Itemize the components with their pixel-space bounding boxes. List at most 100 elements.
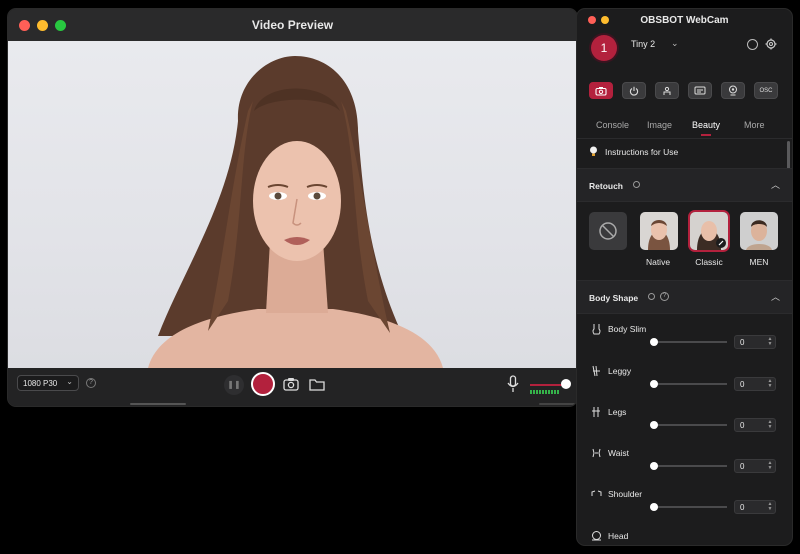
gear-icon[interactable] [765, 38, 777, 50]
panel-title: OBSBOT WebCam [640, 15, 729, 26]
retouch-title: Retouch [589, 181, 623, 191]
body-shape-section-header[interactable]: Body Shape ? ︿ [577, 280, 792, 314]
more-options-icon[interactable] [747, 39, 758, 50]
stepper-icon[interactable]: ▲ ▼ [767, 420, 773, 430]
chevron-down-icon: ⌄ [66, 377, 73, 386]
device-avatar[interactable]: 1 [591, 35, 617, 61]
record-button[interactable] [251, 372, 275, 396]
chevron-down-icon[interactable]: ⌄ [671, 38, 679, 49]
resolution-dropdown[interactable]: 1080 P30 ⌄ [17, 375, 79, 391]
native-face-thumbnail [640, 212, 678, 250]
retouch-option-classic[interactable] [690, 212, 728, 250]
retouch-section-header[interactable]: Retouch ︿ [577, 168, 792, 202]
retouch-option-none[interactable] [589, 212, 627, 250]
tab-more[interactable]: More [744, 120, 765, 130]
horizontal-scrollbar-secondary[interactable] [539, 403, 575, 405]
camera-icon [595, 86, 607, 96]
legs-icon [592, 407, 600, 417]
help-icon[interactable]: ? [86, 378, 96, 388]
shoulder-icon [591, 490, 602, 496]
microphone-icon[interactable] [506, 375, 520, 393]
retouch-label-classic: Classic [695, 257, 723, 267]
waist-value: 0 [740, 462, 745, 471]
retouch-option-native[interactable] [640, 212, 678, 250]
snapshot-camera-icon[interactable] [282, 376, 300, 392]
leggy-value-input[interactable]: 0 ▲ ▼ [734, 377, 776, 391]
legs-value-input[interactable]: 0 ▲ ▼ [734, 418, 776, 432]
shoulder-control: Shoulder 0 ▲ ▼ [577, 484, 792, 525]
leggy-control: Leggy 0 ▲ ▼ [577, 361, 792, 402]
power-icon [629, 86, 639, 96]
tracking-icon [663, 86, 671, 95]
body-slim-value-input[interactable]: 0 ▲ ▼ [734, 335, 776, 349]
window-title: Video Preview [251, 18, 334, 32]
stepper-icon[interactable]: ▲ ▼ [767, 379, 773, 389]
subtitle-icon [694, 86, 706, 95]
video-preview-window: Video Preview 1080 P30 ⌄ ? ❚❚ [8, 9, 577, 406]
tab-beauty[interactable]: Beauty [692, 120, 720, 130]
shoulder-label: Shoulder [608, 489, 643, 499]
video-feed [8, 41, 577, 368]
tab-console[interactable]: Console [596, 120, 629, 130]
leggy-label: Leggy [608, 366, 632, 376]
waist-icon [592, 448, 601, 458]
stepper-icon[interactable]: ▲ ▼ [767, 337, 773, 347]
chevron-up-icon[interactable]: ︿ [771, 178, 780, 191]
legs-slider-handle[interactable] [650, 421, 658, 429]
shoulder-slider-handle[interactable] [650, 503, 658, 511]
camera-mode-button[interactable] [589, 82, 613, 99]
waist-value-input[interactable]: 0 ▲ ▼ [734, 459, 776, 473]
body-slim-slider[interactable] [652, 341, 727, 343]
device-name[interactable]: Tiny 2 [631, 39, 655, 49]
body-slim-control: Body Slim 0 ▲ ▼ [577, 319, 792, 360]
obsbot-webcam-panel: OBSBOT WebCam 1 Tiny 2 ⌄ OSC Console Ima… [577, 9, 792, 545]
tab-image[interactable]: Image [647, 120, 672, 130]
body-shape-toggle-indicator[interactable] [648, 293, 655, 300]
waist-slider[interactable] [652, 465, 727, 467]
leggy-icon [592, 365, 600, 377]
instructions-label: Instructions for Use [605, 147, 679, 157]
body-slim-value: 0 [740, 338, 745, 347]
retouch-label-native: Native [645, 257, 671, 267]
horizontal-scrollbar[interactable] [130, 403, 186, 405]
leggy-slider[interactable] [652, 383, 727, 385]
pause-button[interactable]: ❚❚ [224, 375, 244, 395]
title-bar: Video Preview [8, 9, 577, 41]
body-slim-icon [592, 324, 601, 335]
audio-level-meter [530, 390, 560, 394]
help-icon[interactable]: ? [660, 292, 669, 301]
power-button[interactable] [622, 82, 646, 99]
shoulder-slider[interactable] [652, 506, 727, 508]
retouch-toggle-indicator[interactable] [633, 181, 640, 188]
webcam-button[interactable] [721, 82, 745, 99]
osc-button[interactable]: OSC [754, 82, 778, 99]
waist-slider-handle[interactable] [650, 462, 658, 470]
waist-label: Waist [608, 448, 629, 458]
stepper-icon[interactable]: ▲ ▼ [767, 461, 773, 471]
legs-label: Legs [608, 407, 627, 417]
body-slim-slider-handle[interactable] [650, 338, 658, 346]
classic-face-thumbnail [690, 212, 728, 250]
waist-control: Waist 0 ▲ ▼ [577, 443, 792, 484]
volume-slider-handle[interactable] [561, 379, 571, 389]
subtitle-button[interactable] [688, 82, 712, 99]
shoulder-value: 0 [740, 503, 745, 512]
video-frame-image [148, 56, 443, 368]
retouch-option-men[interactable] [740, 212, 778, 250]
active-tab-indicator [701, 134, 711, 136]
shoulder-value-input[interactable]: 0 ▲ ▼ [734, 500, 776, 514]
folder-icon[interactable] [308, 376, 326, 392]
leggy-slider-handle[interactable] [650, 380, 658, 388]
stepper-icon[interactable]: ▲ ▼ [767, 502, 773, 512]
instructions-link[interactable]: Instructions for Use [589, 145, 779, 161]
legs-slider[interactable] [652, 424, 727, 426]
chevron-up-icon[interactable]: ︿ [771, 290, 780, 303]
head-icon [592, 531, 601, 541]
lightbulb-icon [590, 146, 597, 156]
legs-value: 0 [740, 421, 745, 430]
resolution-value: 1080 P30 [23, 379, 58, 388]
retouch-label-men: MEN [749, 257, 769, 267]
tracking-button[interactable] [655, 82, 679, 99]
body-slim-label: Body Slim [608, 324, 647, 334]
men-face-thumbnail [740, 212, 778, 250]
